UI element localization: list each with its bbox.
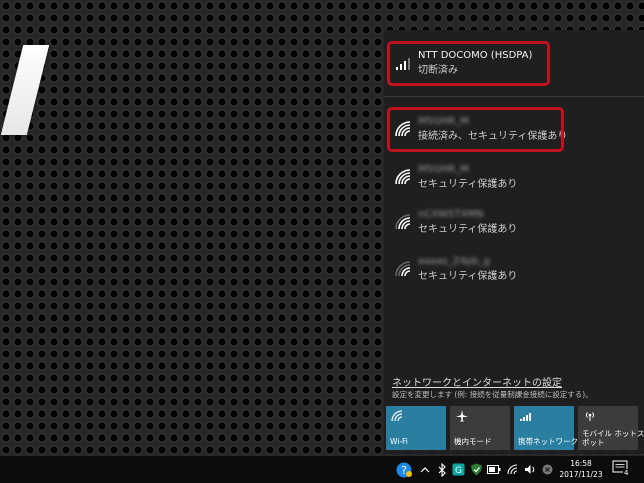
network-item-wifi[interactable]: M5GHR_M 接続済み、セキュリティ保護あり — [384, 110, 644, 152]
notification-count: 4 — [623, 469, 630, 477]
airplane-icon — [456, 410, 468, 422]
network-status: セキュリティ保護あり — [418, 179, 518, 190]
cellular-icon — [520, 413, 531, 421]
action-center-button[interactable]: 4 — [612, 460, 634, 479]
network-settings-link[interactable]: ネットワークとインターネットの設定 — [392, 374, 562, 389]
network-name: NTT DOCOMO (HSDPA) — [418, 50, 533, 61]
battery-icon[interactable] — [487, 462, 501, 477]
network-settings-description: 設定を変更します (例: 接続を従量制課金接続に設定する)。 — [392, 390, 593, 399]
tile-label: 機内モード — [454, 437, 492, 446]
desktop-logo-shape — [0, 45, 50, 135]
volume-icon[interactable] — [523, 462, 537, 477]
clock-date: 2017/11/23 — [559, 470, 603, 479]
bluetooth-icon[interactable] — [436, 462, 448, 477]
network-status: セキュリティ保護あり — [418, 224, 518, 235]
quick-actions: Wi-Fi 機内モード 携帯ネットワーク モバイル ホットス ポット — [386, 406, 644, 452]
network-item-cellular[interactable]: NTT DOCOMO (HSDPA) 切断済み — [384, 44, 644, 86]
mobile-hotspot-tile[interactable]: モバイル ホットス ポット — [578, 406, 644, 450]
network-icon[interactable] — [506, 462, 520, 477]
network-item-wifi[interactable]: M5GHR_M セキュリティ保護あり — [384, 158, 644, 200]
chevron-up-icon[interactable] — [419, 462, 431, 477]
network-name: M5GHR_M — [418, 116, 469, 127]
tile-label: モバイル ホットス ポット — [582, 429, 644, 447]
wifi-signal-icon — [395, 121, 411, 137]
cellular-toggle-tile[interactable]: 携帯ネットワーク — [514, 406, 578, 450]
network-name: nCXWSTXMN — [418, 209, 484, 220]
taskbar: ? G 16:58 2017/11/23 4 — [0, 456, 644, 483]
network-flyout: NTT DOCOMO (HSDPA) 切断済み M5GHR_M 接続済み、セキュ… — [384, 30, 644, 454]
network-name: M5GHR_M — [418, 164, 469, 175]
network-status: セキュリティ保護あり — [418, 271, 518, 282]
wifi-signal-icon — [395, 261, 411, 277]
clock-time: 16:58 — [570, 459, 592, 468]
wifi-toggle-tile[interactable]: Wi-Fi — [386, 406, 446, 450]
app-icon[interactable]: G — [451, 462, 465, 477]
svg-text:G: G — [455, 466, 462, 476]
network-item-wifi[interactable]: aaaas_Z4pb_g セキュリティ保護あり — [384, 250, 644, 292]
tile-label-line1: モバイル ホットス — [582, 429, 644, 438]
divider — [384, 96, 644, 97]
network-name: aaaas_Z4pb_g — [418, 256, 490, 267]
network-item-wifi[interactable]: nCXWSTXMN セキュリティ保護あり — [384, 203, 644, 245]
wifi-signal-icon — [395, 214, 411, 230]
airplane-mode-tile[interactable]: 機内モード — [450, 406, 510, 450]
tile-label: 携帯ネットワーク — [518, 437, 578, 446]
svg-text:?: ? — [401, 464, 407, 477]
tile-label-line2: ポット — [582, 438, 605, 447]
network-status: 切断済み — [418, 65, 458, 76]
help-icon[interactable]: ? — [396, 462, 412, 477]
cellular-signal-icon — [396, 58, 410, 70]
wifi-signal-icon — [395, 169, 411, 185]
hotspot-icon — [585, 412, 595, 421]
wifi-icon — [391, 410, 403, 422]
tile-label: Wi-Fi — [390, 437, 408, 446]
close-icon[interactable] — [540, 462, 554, 477]
shield-icon[interactable] — [469, 462, 483, 477]
network-status: 接続済み、セキュリティ保護あり — [418, 131, 568, 142]
clock[interactable]: 16:58 2017/11/23 — [556, 458, 606, 480]
